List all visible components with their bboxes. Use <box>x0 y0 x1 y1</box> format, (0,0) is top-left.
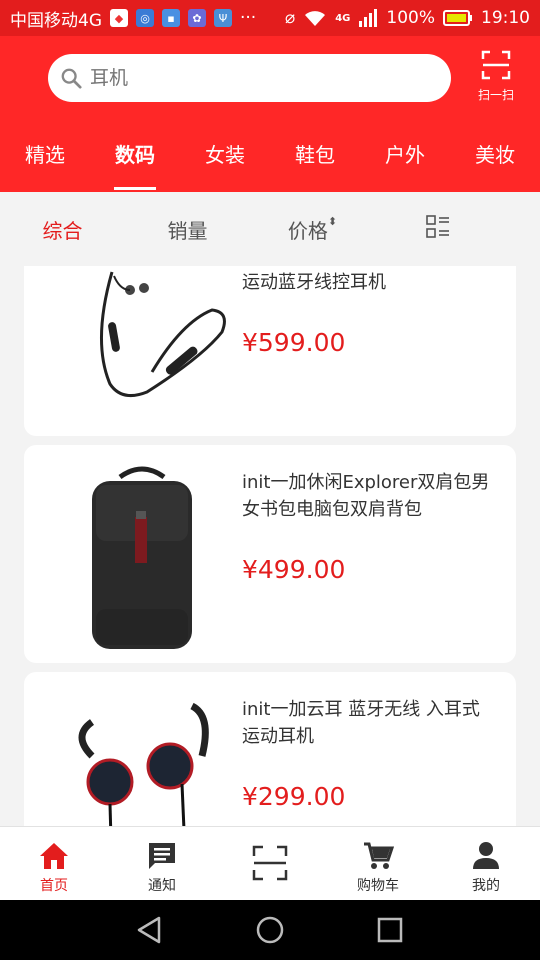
filter-price[interactable]: 价格⬍ <box>250 215 375 244</box>
sort-arrows-icon: ⬍ <box>327 214 338 228</box>
product-price: ¥299.00 <box>242 782 346 811</box>
filter-sales[interactable]: 销量 <box>125 215 250 244</box>
search-input[interactable] <box>88 66 412 90</box>
tab-womens[interactable]: 女装 <box>180 132 270 192</box>
neckband-earphones-image <box>99 271 226 398</box>
sport-earphones-image <box>78 702 209 826</box>
tab-digital[interactable]: 数码 <box>90 132 180 192</box>
nfc-icon: ⌀ <box>284 8 296 28</box>
grid-layout-icon <box>425 214 449 238</box>
search-bar[interactable] <box>48 54 451 102</box>
tab-selected[interactable]: 精选 <box>0 132 90 192</box>
tab-notice-label: 通知 <box>148 878 176 894</box>
recents-icon[interactable] <box>375 915 405 945</box>
status-bar: 中国移动4G ◆ ◎ ▪ ✿ Ψ ··· ⌀ 4G 100% 19:10 <box>0 0 540 36</box>
battery-icon <box>443 10 472 26</box>
signal-icon <box>359 9 378 27</box>
message-icon <box>149 843 175 869</box>
app-icon-1: ◆ <box>110 9 128 27</box>
category-tabs: 精选 数码 女装 鞋包 户外 美妆 <box>0 132 540 192</box>
product-price: ¥599.00 <box>242 328 346 357</box>
black-backpack-image <box>92 466 192 649</box>
product-list[interactable]: init一加云耳2磁吸入耳式无线运动蓝牙线控耳机 ¥599.00 init一加休… <box>0 266 540 826</box>
system-nav-bar <box>0 900 540 960</box>
tab-home-label: 首页 <box>40 878 68 894</box>
tab-bags[interactable]: 鞋包 <box>270 132 360 192</box>
layout-toggle[interactable] <box>375 214 500 244</box>
tab-scan[interactable] <box>216 827 324 901</box>
more-icon: ··· <box>240 8 257 28</box>
wifi-icon <box>305 11 326 26</box>
product-card[interactable]: init一加云耳 蓝牙无线 入耳式运动耳机 ¥299.00 <box>24 672 516 826</box>
bottom-tab-bar: 首页 通知 购物车 我的 <box>0 826 540 901</box>
home-circle-icon[interactable] <box>255 915 285 945</box>
scan-button[interactable]: 扫一扫 <box>470 50 522 106</box>
product-title: init一加云耳2磁吸入耳式无线运动蓝牙线控耳机 <box>242 272 386 293</box>
filter-overall[interactable]: 综合 <box>0 215 125 244</box>
product-card[interactable]: init一加休闲Explorer双肩包男女书包电脑包双肩背包 ¥499.00 <box>24 445 516 663</box>
tab-beauty[interactable]: 美妆 <box>450 132 540 192</box>
app-icon-3: ▪ <box>162 9 180 27</box>
cart-icon <box>364 842 394 869</box>
product-title: init一加休闲Explorer双肩包男女书包电脑包双肩背包 <box>242 472 490 520</box>
scan-icon <box>481 50 511 80</box>
clock: 19:10 <box>481 8 530 28</box>
tab-mine-label: 我的 <box>472 878 500 894</box>
tab-outdoor[interactable]: 户外 <box>360 132 450 192</box>
person-icon <box>473 842 499 869</box>
header: 扫一扫 精选 数码 女装 鞋包 户外 美妆 <box>0 36 540 192</box>
scan-icon <box>252 845 288 881</box>
filter-bar: 综合 销量 价格⬍ <box>0 192 540 266</box>
home-icon <box>40 843 68 869</box>
tab-cart[interactable]: 购物车 <box>324 827 432 901</box>
tab-mine[interactable]: 我的 <box>432 827 540 901</box>
back-icon[interactable] <box>135 915 165 945</box>
tab-cart-label: 购物车 <box>357 878 399 894</box>
app-icon-2: ◎ <box>136 9 154 27</box>
product-card[interactable]: init一加云耳2磁吸入耳式无线运动蓝牙线控耳机 ¥599.00 <box>24 266 516 436</box>
network-type: 4G <box>335 12 351 24</box>
carrier-label: 中国移动4G <box>10 10 102 31</box>
app-icon-4: ✿ <box>188 9 206 27</box>
usb-icon: Ψ <box>214 9 232 27</box>
tab-home[interactable]: 首页 <box>0 827 108 901</box>
tab-notice[interactable]: 通知 <box>108 827 216 901</box>
scan-label: 扫一扫 <box>477 88 514 102</box>
product-price: ¥499.00 <box>242 555 346 584</box>
filter-price-label: 价格 <box>287 218 328 243</box>
battery-percent: 100% <box>386 8 435 28</box>
search-icon <box>61 68 82 89</box>
product-title: init一加云耳 蓝牙无线 入耳式运动耳机 <box>242 699 480 747</box>
